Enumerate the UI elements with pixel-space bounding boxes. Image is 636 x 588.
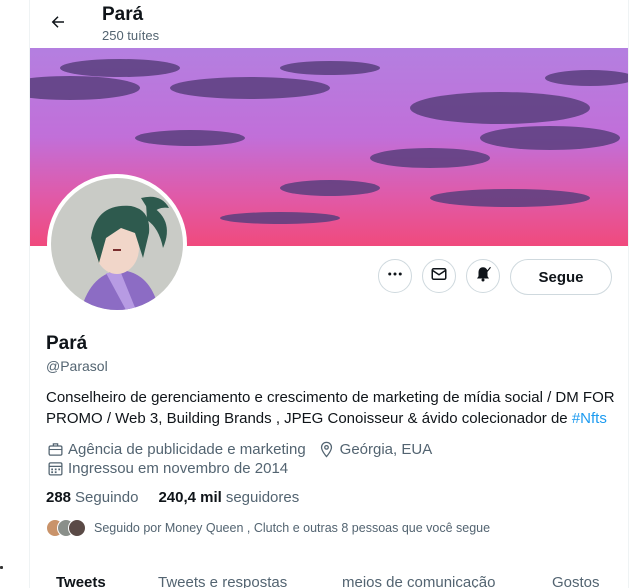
top-bar: Pará 250 tuítes <box>30 0 628 48</box>
profile-handle: @Parasol <box>46 358 108 374</box>
follow-button[interactable]: Segue <box>510 259 612 295</box>
followed-by-row[interactable]: Seguido por Money Queen , Clutch e outra… <box>46 519 490 537</box>
followers-label: seguidores <box>225 489 300 506</box>
profile-column: Pará 250 tuítes Segue Pará @Parasol Cons… <box>29 0 629 588</box>
bell-icon <box>474 265 492 288</box>
followers-stat[interactable]: 240,4 mil seguidores <box>158 489 299 506</box>
message-button[interactable] <box>422 259 456 293</box>
calendar-icon <box>46 459 64 477</box>
follower-avatar <box>68 519 86 537</box>
tab-tweets[interactable]: Tweets <box>56 574 106 588</box>
profile-name: Pará <box>46 333 88 354</box>
page-edge-dot <box>0 566 3 569</box>
following-stat[interactable]: 288 Seguindo <box>46 489 138 506</box>
profile-category: Agência de publicidade e marketing <box>68 440 306 458</box>
followed-by-text: Seguido por Money Queen , Clutch e outra… <box>94 521 491 535</box>
profile-category-row: Agência de publicidade e marketing Geórg… <box>46 440 432 458</box>
tab-tweets-replies[interactable]: Tweets e respostas <box>158 574 287 588</box>
envelope-icon <box>430 265 448 288</box>
tab-likes[interactable]: Gostos <box>552 574 600 588</box>
profile-bio: Conselheiro de gerenciamento e crescimen… <box>46 387 616 429</box>
tweet-count: 250 tuítes <box>102 28 160 43</box>
more-button[interactable] <box>378 259 412 293</box>
following-count: 288 <box>46 489 72 506</box>
briefcase-icon <box>46 440 64 458</box>
profile-tabs: Tweets Tweets e respostas meios de comun… <box>30 572 628 588</box>
bio-hashtag-link[interactable]: #Nfts <box>572 410 607 427</box>
following-label: Seguindo <box>75 489 139 506</box>
notify-button[interactable] <box>466 259 500 293</box>
location-pin-icon <box>318 440 336 458</box>
profile-joined: Ingressou em novembro de 2014 <box>68 459 289 477</box>
tab-media[interactable]: meios de comunicação <box>342 574 495 588</box>
profile-stats: 288 Seguindo 240,4 mil seguidores <box>46 489 299 506</box>
arrow-left-icon <box>49 13 67 36</box>
avatar[interactable] <box>47 174 187 314</box>
bio-text: Conselheiro de gerenciamento e crescimen… <box>46 389 615 427</box>
page-title: Pará <box>102 4 144 25</box>
more-icon <box>386 265 404 288</box>
back-button[interactable] <box>42 8 74 40</box>
profile-joined-row: Ingressou em novembro de 2014 <box>46 459 288 477</box>
followers-count: 240,4 mil <box>158 489 222 506</box>
profile-location: Geórgia, EUA <box>339 440 433 458</box>
